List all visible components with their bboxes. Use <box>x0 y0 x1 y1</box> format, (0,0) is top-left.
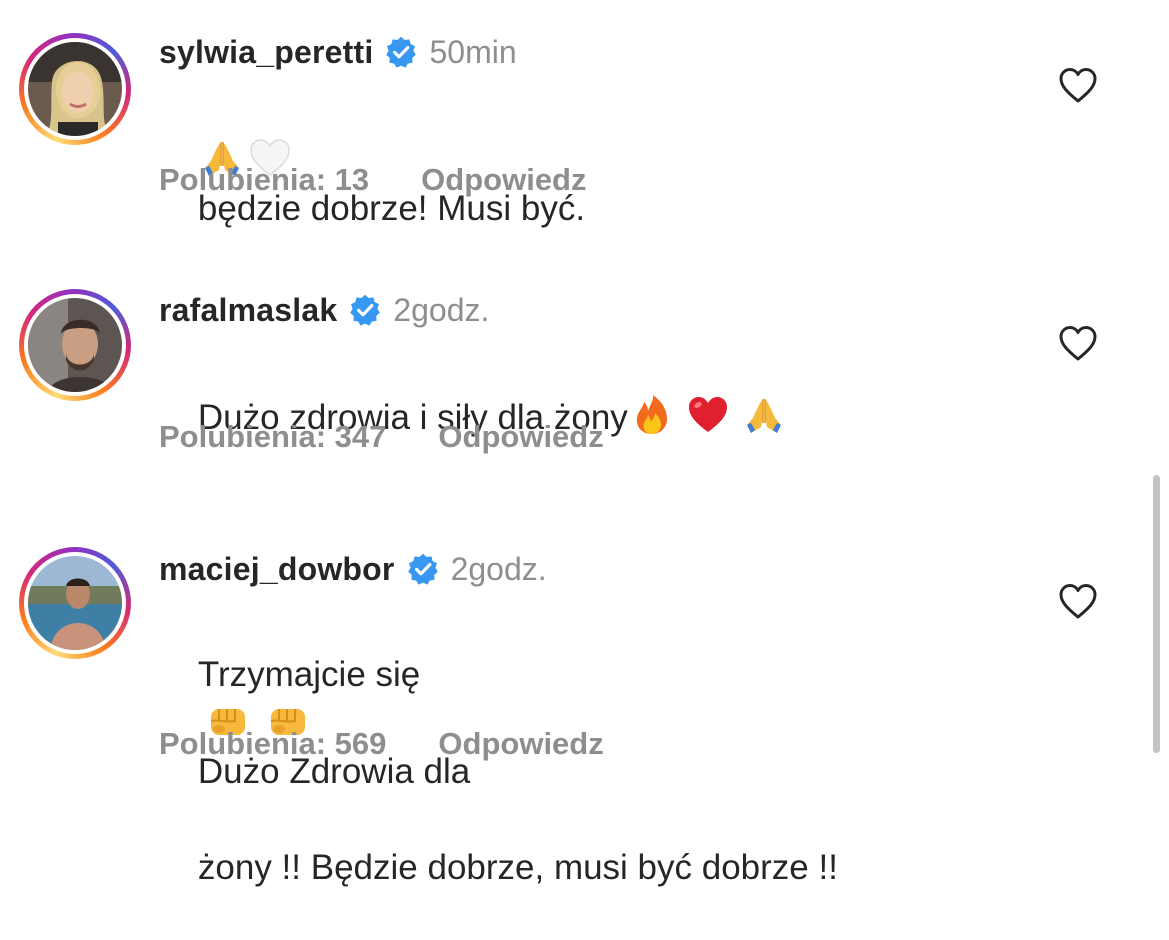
like-heart-icon[interactable] <box>1058 324 1098 364</box>
likes-count[interactable]: Polubienia: 347 <box>159 419 386 455</box>
timestamp: 2godz. <box>393 291 490 328</box>
username[interactable]: maciej_dowbor <box>159 551 395 588</box>
comment-header: sylwia_peretti 50min <box>159 30 517 74</box>
verified-badge-icon <box>385 36 417 68</box>
like-heart-icon[interactable] <box>1058 582 1098 622</box>
verified-badge-icon <box>407 553 439 585</box>
like-heart-icon[interactable] <box>1058 66 1098 106</box>
username[interactable]: rafalmaslak <box>159 292 337 329</box>
avatar[interactable] <box>19 547 131 659</box>
comment-meta: Polubienia: 569 Odpowiedz <box>159 724 604 764</box>
fire-emoji-icon <box>630 393 674 437</box>
avatar[interactable] <box>19 289 131 401</box>
comment-meta: Polubienia: 347 Odpowiedz <box>159 417 604 457</box>
timestamp: 2godz. <box>450 550 547 587</box>
avatar[interactable] <box>19 33 131 145</box>
comment-text: Trzymajcie się Dużo Zdrowia dla żony !! … <box>159 603 959 940</box>
likes-count[interactable]: Polubienia: 13 <box>159 162 369 198</box>
comment-text-content: Trzymajcie się <box>197 655 421 694</box>
comment-text-content: żony !! Będzie dobrze, musi być dobrze !… <box>197 848 838 887</box>
comment-header: rafalmaslak 2godz. <box>159 288 489 332</box>
reply-button[interactable]: Odpowiedz <box>421 162 586 198</box>
scrollbar[interactable] <box>1153 475 1160 753</box>
pray-emoji-icon <box>742 393 786 437</box>
avatar-image <box>28 556 122 650</box>
avatar-image <box>28 42 122 136</box>
timestamp: 50min <box>429 33 517 70</box>
avatar-image <box>28 298 122 392</box>
likes-count[interactable]: Polubienia: 569 <box>159 726 386 762</box>
red-heart-emoji-icon <box>686 393 730 437</box>
reply-button[interactable]: Odpowiedz <box>438 726 603 762</box>
comment-header: maciej_dowbor 2godz. <box>159 547 547 591</box>
reply-button[interactable]: Odpowiedz <box>438 419 603 455</box>
comment-meta: Polubienia: 13 Odpowiedz <box>159 160 587 200</box>
verified-badge-icon <box>349 294 381 326</box>
username[interactable]: sylwia_peretti <box>159 34 373 71</box>
